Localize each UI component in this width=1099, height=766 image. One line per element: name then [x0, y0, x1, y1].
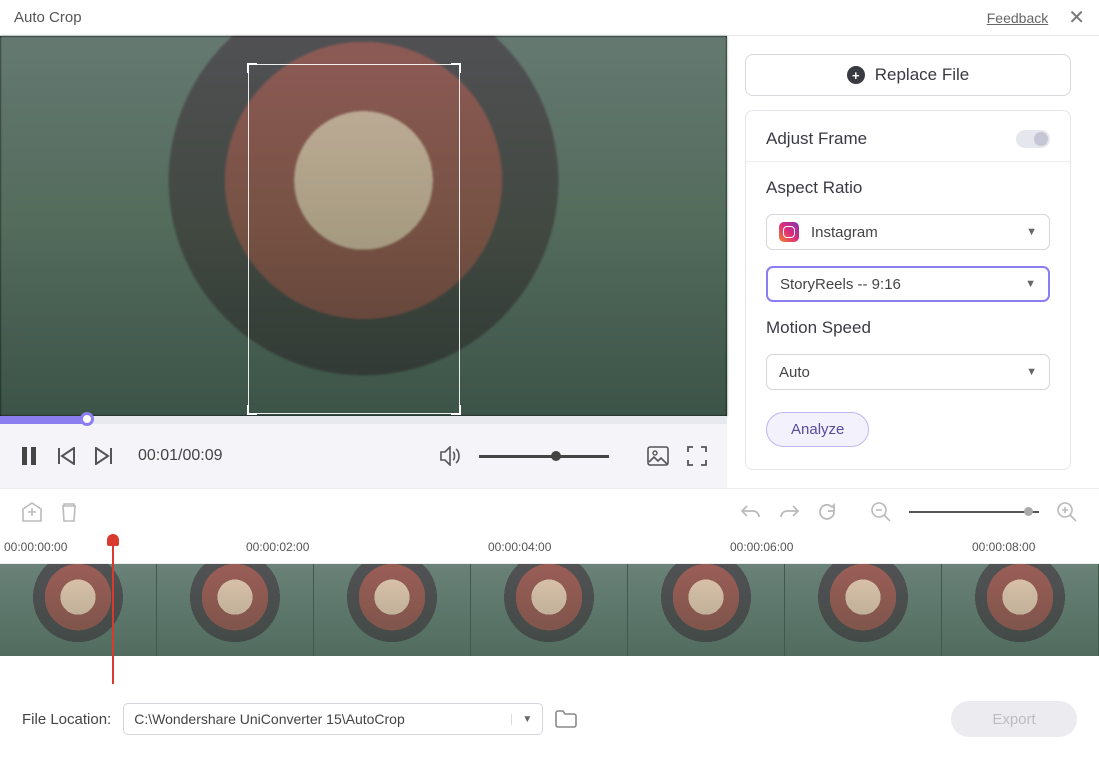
add-marker-icon[interactable]: [22, 502, 42, 522]
chevron-down-icon: ▼: [1026, 226, 1037, 238]
export-button: Export: [951, 701, 1077, 737]
aspect-ratio-label: Aspect Ratio: [766, 178, 1050, 198]
refresh-icon[interactable]: [817, 502, 837, 522]
analyze-button[interactable]: Analyze: [766, 412, 869, 447]
feedback-link[interactable]: Feedback: [987, 10, 1048, 26]
volume-icon[interactable]: [439, 446, 461, 466]
instagram-icon: [779, 222, 799, 242]
file-location-label: File Location:: [22, 711, 111, 728]
timeline-thumbnail[interactable]: [314, 564, 471, 656]
timeline-tick: 00:00:06:00: [730, 540, 793, 554]
timeline-thumbnail[interactable]: [942, 564, 1099, 656]
open-folder-button[interactable]: [555, 710, 577, 728]
timeline-thumbnail[interactable]: [157, 564, 314, 656]
app-title: Auto Crop: [14, 9, 82, 26]
file-location-path: C:\Wondershare UniConverter 15\AutoCrop: [134, 711, 405, 727]
zoom-in-icon[interactable]: [1057, 502, 1077, 522]
zoom-slider[interactable]: [909, 511, 1039, 513]
timeline-tick: 00:00:02:00: [246, 540, 309, 554]
redo-icon[interactable]: [779, 503, 799, 521]
video-preview[interactable]: [0, 36, 727, 416]
timeline-tick: 00:00:00:00: [4, 540, 67, 554]
volume-slider[interactable]: [479, 455, 609, 458]
replace-file-button[interactable]: + Replace File: [745, 54, 1071, 96]
fullscreen-icon[interactable]: [687, 446, 707, 466]
platform-value: Instagram: [811, 224, 878, 241]
ratio-select[interactable]: StoryReels -- 9:16 ▼: [766, 266, 1050, 302]
chevron-down-icon: ▼: [1026, 366, 1037, 378]
timeline[interactable]: 00:00:00:00 00:00:02:00 00:00:04:00 00:0…: [0, 534, 1099, 684]
timeline-thumbnail[interactable]: [785, 564, 942, 656]
adjust-frame-label: Adjust Frame: [766, 129, 867, 149]
timeline-tick: 00:00:08:00: [972, 540, 1035, 554]
chevron-down-icon: ▼: [511, 714, 532, 725]
next-frame-button[interactable]: [94, 447, 114, 465]
chevron-down-icon: ▼: [1025, 278, 1036, 290]
adjust-frame-toggle[interactable]: [1016, 130, 1050, 148]
timeline-tick: 00:00:04:00: [488, 540, 551, 554]
prev-frame-button[interactable]: [56, 447, 76, 465]
replace-file-label: Replace File: [875, 65, 970, 85]
file-location-select[interactable]: C:\Wondershare UniConverter 15\AutoCrop …: [123, 703, 543, 735]
playback-progress[interactable]: [0, 416, 727, 424]
close-icon[interactable]: ✕: [1068, 5, 1085, 30]
plus-circle-icon: +: [847, 66, 865, 84]
playhead[interactable]: [112, 534, 114, 684]
delete-icon[interactable]: [60, 502, 78, 522]
pause-button[interactable]: [20, 446, 38, 466]
playback-time: 00:01/00:09: [138, 447, 223, 465]
motion-speed-select[interactable]: Auto ▼: [766, 354, 1050, 390]
ratio-value: StoryReels -- 9:16: [780, 276, 901, 293]
snapshot-icon[interactable]: [647, 446, 669, 466]
motion-speed-value: Auto: [779, 364, 810, 381]
zoom-out-icon[interactable]: [871, 502, 891, 522]
platform-select[interactable]: Instagram ▼: [766, 214, 1050, 250]
undo-icon[interactable]: [741, 503, 761, 521]
crop-frame[interactable]: [248, 64, 460, 414]
timeline-thumbnail[interactable]: [0, 564, 157, 656]
timeline-thumbnail[interactable]: [628, 564, 785, 656]
timeline-thumbnail[interactable]: [471, 564, 628, 656]
motion-speed-label: Motion Speed: [766, 318, 1050, 338]
